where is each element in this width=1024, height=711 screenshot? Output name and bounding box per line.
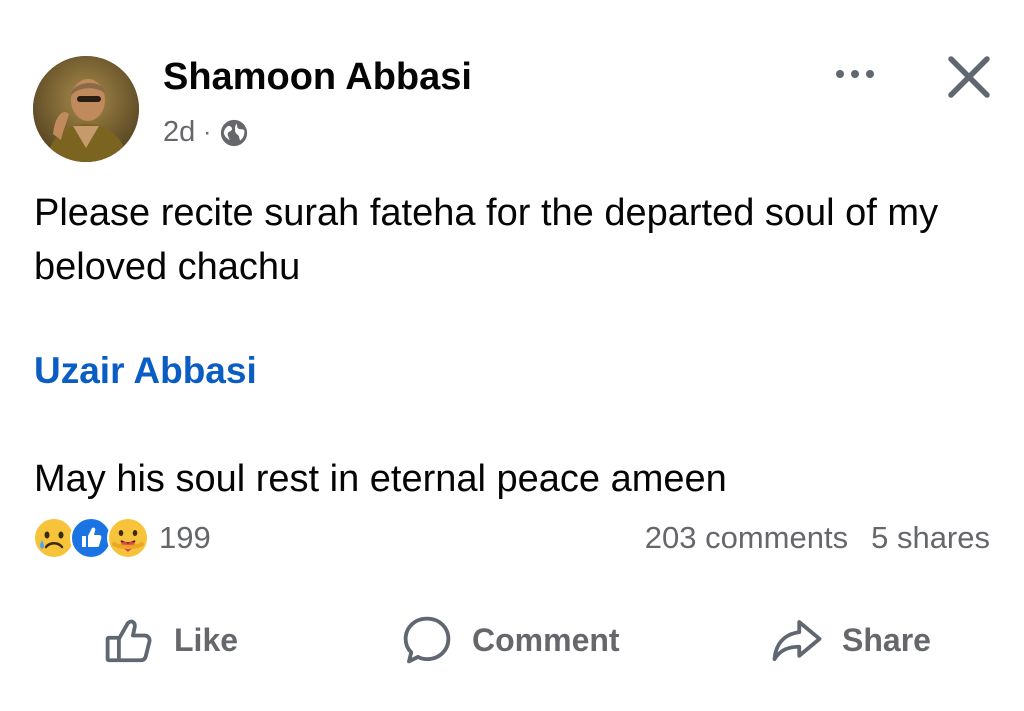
share-label: Share: [842, 621, 931, 658]
comment-button[interactable]: Comment: [400, 604, 620, 676]
comment-label: Comment: [472, 621, 620, 658]
more-horizontal-icon: [836, 70, 844, 78]
comment-icon: [403, 616, 451, 664]
like-label: Like: [174, 621, 239, 658]
share-icon: [772, 620, 822, 662]
care-icon: [107, 517, 149, 559]
reaction-icons: [32, 516, 149, 560]
close-button[interactable]: [944, 52, 994, 102]
author-avatar[interactable]: [33, 56, 139, 162]
shares-count[interactable]: 5 shares: [871, 520, 990, 556]
reactions-summary[interactable]: 199: [32, 516, 211, 560]
share-button[interactable]: Share: [770, 604, 931, 676]
post-stats: 203 comments 5 shares: [645, 520, 990, 556]
like-icon: [105, 619, 152, 663]
like-button[interactable]: Like: [102, 604, 238, 676]
more-options-button[interactable]: [826, 58, 884, 90]
comments-count[interactable]: 203 comments: [645, 520, 848, 556]
post-time[interactable]: 2d: [163, 116, 195, 149]
post-text-secondary: May his soul rest in eternal peace ameen: [34, 458, 727, 500]
author-name[interactable]: Shamoon Abbasi: [163, 56, 472, 99]
close-icon: [948, 56, 990, 98]
post-text: Please recite surah fateha for the depar…: [34, 192, 939, 288]
avatar-photo: [33, 56, 139, 162]
reaction-count: 199: [159, 520, 211, 555]
more-horizontal-icon: [866, 70, 874, 78]
post-meta: 2d ·: [163, 116, 249, 149]
meta-separator: ·: [203, 118, 212, 146]
action-bar: Like Comment Share: [0, 604, 1024, 676]
mention-link[interactable]: Uzair Abbasi: [34, 350, 257, 392]
more-horizontal-icon: [851, 70, 859, 78]
globe-icon: [221, 119, 248, 146]
